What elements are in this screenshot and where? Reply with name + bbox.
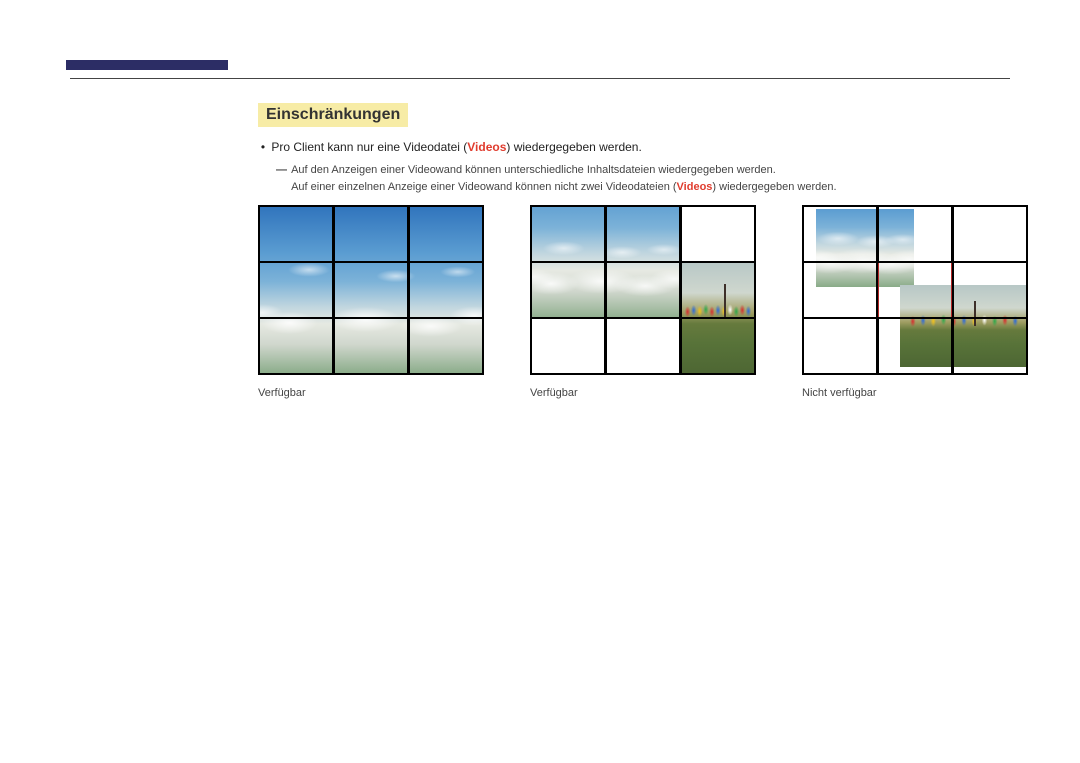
bullet-text-pre: Pro Client kann nur eine Videodatei (	[271, 140, 467, 154]
grid3-cell	[877, 317, 953, 375]
grid3-cell	[877, 205, 953, 263]
grid2-cell	[680, 317, 756, 375]
sub-line-1: Auf den Anzeigen einer Videowand können …	[291, 164, 776, 176]
panel-not-available: Nicht verfügbar	[802, 205, 1028, 399]
sub-text-wrap: Auf den Anzeigen einer Videowand können …	[291, 162, 837, 197]
caption-3: Nicht verfügbar	[802, 387, 1028, 399]
grid-2	[530, 205, 756, 375]
page: Einschränkungen • Pro Client kann nur ei…	[0, 0, 1080, 763]
grid3-cell	[802, 261, 878, 319]
sub-line-2-post: ) wiedergegeben werden.	[712, 181, 836, 193]
grid1-cell	[333, 261, 409, 319]
example-panels: Verfügbar	[258, 205, 1028, 399]
caption-2: Verfügbar	[530, 387, 756, 399]
grid3-cell	[802, 205, 878, 263]
grid3-cell	[802, 317, 878, 375]
grid1-cell	[408, 205, 484, 263]
keyword-videos: Videos	[467, 140, 506, 154]
keyword-videos-2: Videos	[677, 181, 713, 193]
bullet-item: • Pro Client kann nur eine Videodatei (V…	[258, 139, 1010, 156]
section-heading: Einschränkungen	[258, 103, 408, 127]
grid1-cell	[258, 261, 334, 319]
grid2-cell	[605, 317, 681, 375]
grid3-cell	[952, 261, 1028, 319]
caption-1: Verfügbar	[258, 387, 484, 399]
grid2-cell	[680, 205, 756, 263]
grid1-cell	[258, 205, 334, 263]
sub-line-2-pre: Auf einer einzelnen Anzeige einer Videow…	[291, 181, 676, 193]
dash-icon: ―	[276, 162, 288, 180]
grid1-cell	[258, 317, 334, 375]
grid1-cell	[408, 261, 484, 319]
grid2-cell	[680, 261, 756, 319]
content-block: Einschränkungen • Pro Client kann nur ei…	[258, 103, 1010, 197]
grid1-cell	[333, 205, 409, 263]
grid2-cell	[530, 261, 606, 319]
grid2-cell	[605, 205, 681, 263]
panel-available-2: Verfügbar	[530, 205, 756, 399]
bullet-text-post: ) wiedergegeben werden.	[506, 140, 641, 154]
accent-bar	[66, 60, 228, 70]
grid1-cell	[408, 317, 484, 375]
sub-bullet: ― Auf den Anzeigen einer Videowand könne…	[258, 162, 1010, 197]
grid2-cell	[605, 261, 681, 319]
grid-3	[802, 205, 1028, 375]
grid3-cell	[952, 205, 1028, 263]
grid-1	[258, 205, 484, 375]
bullet-dot-icon: •	[258, 139, 268, 156]
grid2-cell	[530, 205, 606, 263]
grid2-cell	[530, 317, 606, 375]
panel-available-1: Verfügbar	[258, 205, 484, 399]
grid1-cell	[333, 317, 409, 375]
header-rule	[70, 78, 1010, 79]
grid3-cell	[952, 317, 1028, 375]
